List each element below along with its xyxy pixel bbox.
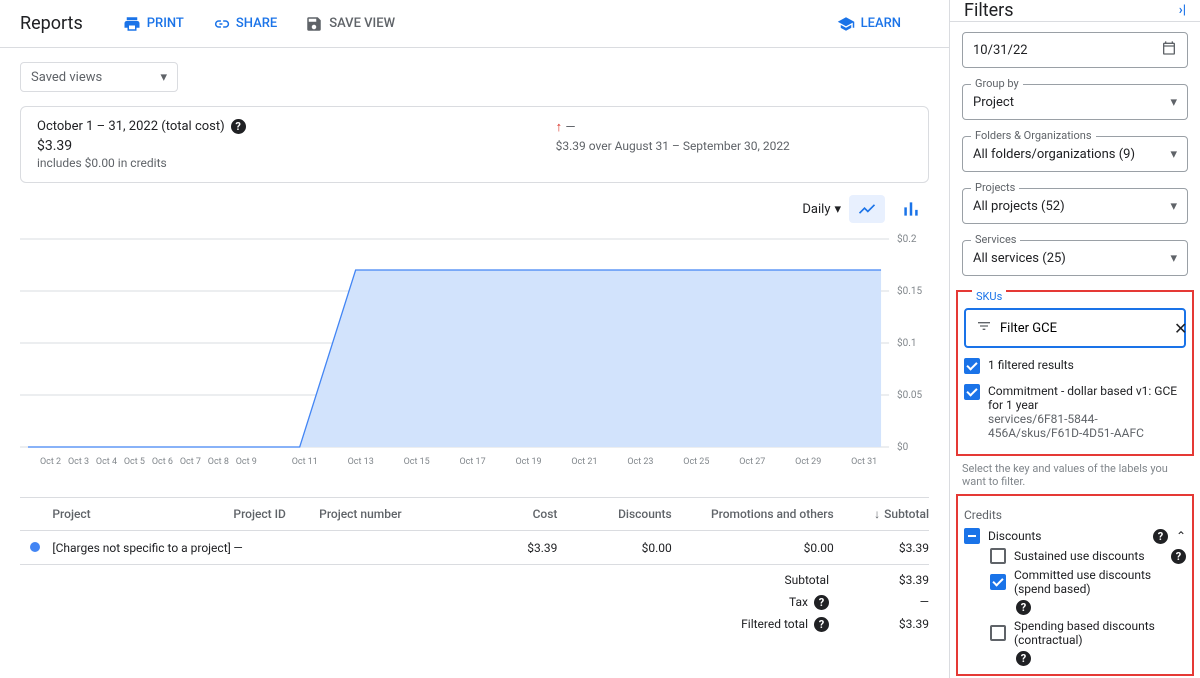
svg-text:Oct 13: Oct 13	[348, 457, 374, 467]
caret-down-icon: ▾	[1170, 147, 1177, 162]
help-icon[interactable]: ?	[814, 617, 829, 632]
subtotal-sort[interactable]: ↓Subtotal	[834, 507, 929, 521]
svg-text:Oct 9: Oct 9	[236, 457, 257, 467]
checkbox[interactable]	[990, 574, 1006, 590]
svg-text:Oct 17: Oct 17	[460, 457, 486, 467]
expand-icon[interactable]: ›|	[1179, 3, 1186, 18]
svg-text:Oct 3: Oct 3	[68, 457, 89, 467]
link-icon	[212, 15, 230, 33]
sku-filter-input[interactable]	[1000, 321, 1166, 336]
summary-card: October 1 – 31, 2022 (total cost) ? $3.3…	[20, 106, 929, 183]
checkbox[interactable]	[964, 358, 980, 374]
filtered-total-label: Filtered total?	[709, 617, 829, 632]
bar-chart-toggle[interactable]	[893, 195, 929, 223]
help-icon[interactable]: ?	[1153, 529, 1168, 544]
print-icon	[123, 15, 141, 33]
svg-text:Oct 2: Oct 2	[40, 457, 61, 467]
close-icon[interactable]: ✕	[1174, 319, 1187, 338]
checkbox-indeterminate[interactable]	[964, 528, 980, 544]
page-title: Reports	[20, 13, 83, 34]
filtered-results: 1 filtered results	[988, 358, 1074, 372]
table-row[interactable]: [Charges not specific to a project] — $3…	[20, 531, 929, 565]
svg-text:Oct 25: Oct 25	[683, 457, 709, 467]
help-icon[interactable]: ?	[231, 119, 246, 134]
folders-field[interactable]: Folders & Organizations All folders/orga…	[962, 136, 1188, 172]
services-field[interactable]: Services All services (25) ▾	[962, 240, 1188, 276]
svg-text:Oct 29: Oct 29	[795, 457, 821, 467]
print-button[interactable]: PRINT	[123, 15, 184, 33]
header: Reports PRINT SHARE SAVE VIEW LEARN	[0, 0, 949, 48]
svg-text:$0.05: $0.05	[897, 388, 922, 401]
table-header: Project Project ID Project number Cost D…	[20, 497, 929, 531]
caret-down-icon: ▾	[834, 202, 841, 217]
projects-field[interactable]: Projects All projects (52) ▾	[962, 188, 1188, 224]
cost-chart: $0.2 $0.15 $0.1 $0.05 $0 Oct 2 Oct 3 Oct…	[20, 229, 929, 479]
chevron-up-icon[interactable]: ⌃	[1176, 529, 1186, 543]
delta-text: $3.39 over August 31 – September 30, 202…	[556, 139, 790, 153]
svg-text:Oct 7: Oct 7	[180, 457, 201, 467]
bar-chart-icon	[901, 199, 921, 219]
svg-text:Oct 8: Oct 8	[208, 457, 229, 467]
delta-indicator: ↑ —	[556, 119, 790, 135]
learn-icon	[837, 15, 855, 33]
caret-down-icon: ▾	[160, 70, 167, 85]
svg-text:Oct 15: Oct 15	[404, 457, 430, 467]
help-icon[interactable]: ?	[1171, 549, 1186, 564]
help-icon[interactable]: ?	[814, 595, 829, 610]
arrow-up-icon: ↑	[556, 120, 563, 135]
svg-text:Oct 6: Oct 6	[152, 457, 173, 467]
checkbox[interactable]	[990, 548, 1006, 564]
filter-icon	[976, 318, 992, 338]
learn-button[interactable]: LEARN	[837, 15, 901, 33]
svg-text:Oct 19: Oct 19	[515, 457, 541, 467]
svg-text:Oct 5: Oct 5	[124, 457, 145, 467]
share-button[interactable]: SHARE	[212, 15, 277, 33]
credits-section: Credits	[964, 508, 1186, 522]
calendar-icon	[1161, 40, 1177, 60]
svg-text:Oct 21: Oct 21	[571, 457, 597, 467]
svg-text:$0.1: $0.1	[897, 336, 916, 349]
line-chart-toggle[interactable]	[849, 195, 885, 223]
svg-text:Oct 27: Oct 27	[739, 457, 765, 467]
svg-text:Oct 23: Oct 23	[627, 457, 653, 467]
help-icon[interactable]: ?	[1016, 651, 1031, 666]
sku-filter-input-wrap: ✕	[964, 308, 1186, 348]
tax-label: Tax?	[709, 595, 829, 610]
checkbox[interactable]	[964, 384, 980, 400]
caret-down-icon: ▾	[1170, 251, 1177, 266]
save-view-button[interactable]: SAVE VIEW	[305, 15, 395, 33]
cost-table: Project Project ID Project number Cost D…	[20, 497, 929, 635]
date-field[interactable]: 10/31/22	[962, 32, 1188, 68]
svg-text:Oct 31: Oct 31	[851, 457, 877, 467]
sku-path: services/6F81-5844-456A/skus/F61D-4D51-A…	[988, 412, 1144, 440]
save-icon	[305, 15, 323, 33]
saved-views-dropdown[interactable]: Saved views ▾	[20, 62, 178, 92]
help-icon[interactable]: ?	[1016, 600, 1031, 615]
labels-hint: Select the key and values of the labels …	[962, 462, 1188, 488]
svg-text:$0.15: $0.15	[897, 284, 922, 297]
checkbox[interactable]	[990, 625, 1006, 641]
svg-text:$0.2: $0.2	[897, 232, 917, 245]
sku-item: Commitment - dollar based v1: GCE for 1 …	[988, 384, 1177, 412]
caret-down-icon: ▾	[1170, 95, 1177, 110]
caret-down-icon: ▾	[1170, 199, 1177, 214]
interval-dropdown[interactable]: Daily ▾	[802, 202, 841, 217]
line-chart-icon	[857, 199, 877, 219]
filters-title: Filters	[964, 0, 1014, 21]
svg-text:Oct 4: Oct 4	[96, 457, 117, 467]
series-dot	[30, 542, 40, 552]
filters-header: Filters ›|	[950, 0, 1200, 22]
summary-credits: includes $0.00 in credits	[37, 156, 246, 170]
skus-highlight: SKUs ✕ 1 filtered results Commitmen	[956, 290, 1194, 456]
arrow-down-icon: ↓	[874, 507, 880, 521]
summary-amount: $3.39	[37, 138, 246, 154]
summary-period: October 1 – 31, 2022 (total cost)	[37, 119, 225, 134]
subtotal-label: Subtotal	[709, 573, 829, 587]
svg-text:Oct 11: Oct 11	[292, 457, 318, 467]
svg-text:$0: $0	[897, 440, 909, 453]
credits-highlight: Credits Discounts ? ⌃ Sustained use disc…	[956, 494, 1194, 676]
group-by-field[interactable]: Group by Project ▾	[962, 84, 1188, 120]
